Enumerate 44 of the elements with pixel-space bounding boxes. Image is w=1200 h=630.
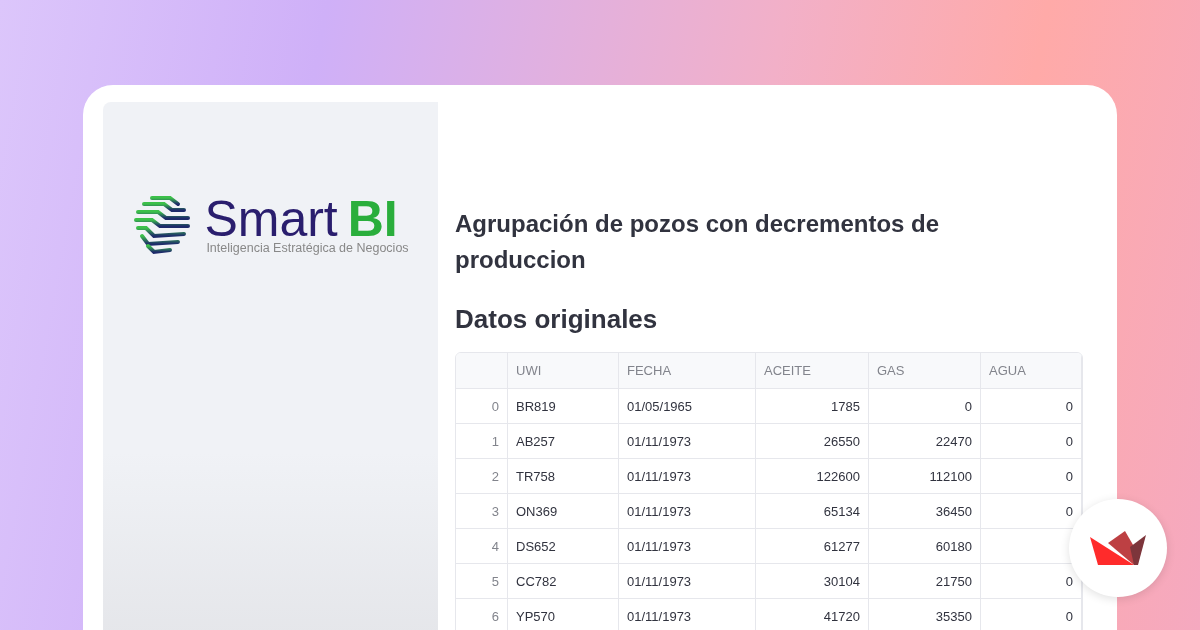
logo-accent: BI [347, 195, 398, 243]
table-cell: 01/05/1965 [619, 389, 756, 424]
table-cell: 30104 [756, 564, 869, 599]
table-cell: 122600 [756, 459, 869, 494]
table-cell: BR819 [508, 389, 619, 424]
table-cell: TR758 [508, 459, 619, 494]
logo-wordmark: Smart [204, 195, 338, 243]
column-header[interactable]: UWI [508, 353, 619, 389]
table-cell: 01/11/1973 [619, 564, 756, 599]
boat-icon [1090, 531, 1146, 565]
table-cell: CC782 [508, 564, 619, 599]
table-cell: 65134 [756, 494, 869, 529]
row-index: 3 [456, 494, 508, 529]
row-index: 0 [456, 389, 508, 424]
table-cell: 1785 [756, 389, 869, 424]
table-cell: 0 [981, 424, 1082, 459]
table-cell: 61277 [756, 529, 869, 564]
table-cell: 26550 [756, 424, 869, 459]
row-index: 5 [456, 564, 508, 599]
table-cell: 01/11/1973 [619, 459, 756, 494]
table-cell: AB257 [508, 424, 619, 459]
row-index: 2 [456, 459, 508, 494]
column-header[interactable]: ACEITE [756, 353, 869, 389]
table-cell: 01/11/1973 [619, 424, 756, 459]
column-header[interactable]: AGUA [981, 353, 1082, 389]
logo-tagline: Inteligencia Estratégica de Negocios [206, 241, 409, 255]
table-cell: 36450 [869, 494, 981, 529]
table-cell: DS652 [508, 529, 619, 564]
table-cell: 01/11/1973 [619, 494, 756, 529]
column-header[interactable]: FECHA [619, 353, 756, 389]
page-title: Agrupación de pozos con decrementos de produccion [455, 209, 941, 275]
table-cell: 60180 [869, 529, 981, 564]
column-header[interactable]: GAS [869, 353, 981, 389]
section-heading: Datos originales [455, 303, 659, 336]
table-cell: 112100 [869, 459, 981, 494]
table-cell: 0 [869, 389, 981, 424]
row-index: 4 [456, 529, 508, 564]
table-cell: 0 [981, 389, 1082, 424]
table-cell: 22470 [869, 424, 981, 459]
row-index: 1 [456, 424, 508, 459]
table-cell: 0 [981, 459, 1082, 494]
table-cell: 01/11/1973 [619, 529, 756, 564]
table-cell: 21750 [869, 564, 981, 599]
table-cell: ON369 [508, 494, 619, 529]
